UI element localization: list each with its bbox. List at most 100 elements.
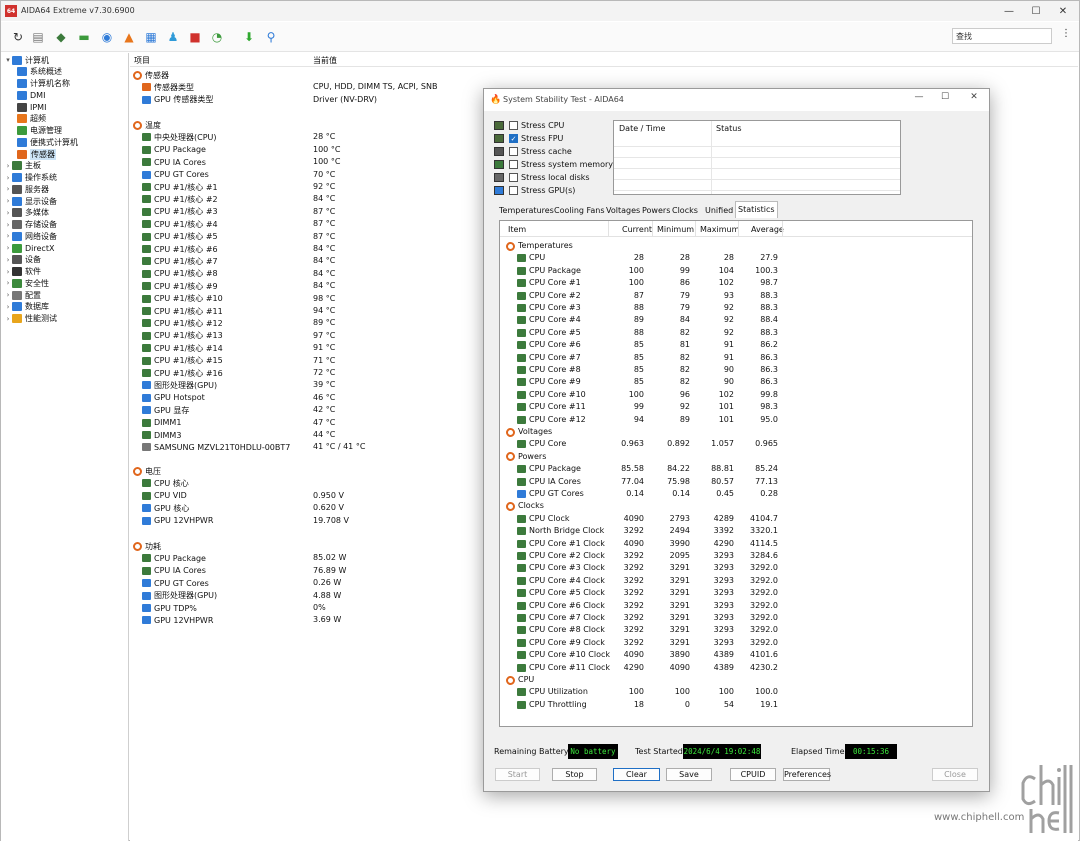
list-row[interactable]: CPU #1/核心 #9	[142, 280, 218, 292]
stat-row[interactable]: CPU Core #8 Clock 3292 3291 3293 3292.0	[500, 624, 972, 636]
stop-button[interactable]: Stop	[552, 768, 597, 781]
speedometer-icon[interactable]: ◔	[209, 29, 225, 45]
tree-item[interactable]: › 性能测试	[4, 313, 57, 325]
list-row[interactable]: 图形处理器(GPU)	[142, 590, 217, 602]
tab-temperatures[interactable]: Temperatures	[497, 203, 556, 218]
list-row[interactable]: CPU #1/核心 #11	[142, 305, 223, 317]
list-row[interactable]: 图形处理器(GPU)	[142, 379, 217, 391]
network-icon[interactable]: ◆	[53, 29, 69, 45]
stat-row[interactable]: CPU Core #4 Clock 3292 3291 3293 3292.0	[500, 575, 972, 587]
expander-icon[interactable]: ›	[4, 268, 12, 276]
list-row[interactable]: CPU #1/核心 #16	[142, 367, 223, 379]
tab-unified[interactable]: Unified	[703, 203, 735, 218]
stress-option[interactable]: Stress CPU	[494, 119, 564, 131]
list-row[interactable]: GPU 核心	[142, 502, 189, 514]
stat-row[interactable]: CPU Core #10 100 96 102 99.8	[500, 389, 972, 401]
stat-row[interactable]: CPU Core #2 Clock 3292 2095 3293 3284.6	[500, 550, 972, 562]
list-row[interactable]: 中央处理器(CPU)	[142, 131, 217, 143]
stat-row[interactable]: CPU Core #10 Clock 4090 3890 4389 4101.6	[500, 649, 972, 661]
stat-row[interactable]: CPU Core #7 Clock 3292 3291 3293 3292.0	[500, 612, 972, 624]
memory-icon[interactable]: ▬	[76, 29, 92, 45]
expander-icon[interactable]: ›	[4, 303, 12, 311]
expander-icon[interactable]: ›	[4, 174, 12, 182]
tree-item[interactable]: ▾ 计算机	[4, 54, 49, 66]
download-icon[interactable]: ⬇	[241, 29, 257, 45]
tree-item[interactable]: 计算机名称	[17, 78, 70, 90]
flame-icon[interactable]: ▲	[121, 29, 137, 45]
stress-option[interactable]: Stress GPU(s)	[494, 184, 575, 196]
motherboard-icon[interactable]: ◉	[99, 29, 115, 45]
tree-item[interactable]: 超频	[17, 113, 46, 125]
expander-icon[interactable]: ›	[4, 197, 12, 205]
stat-row[interactable]: CPU 28 28 28 27.9	[500, 252, 972, 264]
list-row[interactable]: CPU #1/核心 #5	[142, 231, 218, 243]
dialog-maximize-button[interactable]: ☐	[932, 92, 958, 108]
tree-item[interactable]: › 安全性	[4, 277, 49, 289]
stress-option[interactable]: ✓ Stress FPU	[494, 132, 563, 144]
list-row[interactable]: GPU Hotspot	[142, 392, 205, 404]
dialog-close-button[interactable]: ✕	[961, 92, 987, 108]
tree-item[interactable]: › 主板	[4, 160, 41, 172]
list-row[interactable]: CPU Package	[142, 552, 206, 564]
stat-row[interactable]: CPU Throttling 18 0 54 19.1	[500, 699, 972, 711]
search-input[interactable]: 查找	[952, 28, 1052, 44]
list-row[interactable]: GPU 传感器类型	[142, 94, 213, 106]
stress-option[interactable]: Stress cache	[494, 145, 572, 157]
tab-clocks[interactable]: Clocks	[670, 203, 700, 218]
stat-row[interactable]: CPU Package 85.58 84.22 88.81 85.24	[500, 463, 972, 475]
list-row[interactable]: CPU #1/核心 #3	[142, 206, 218, 218]
stat-row[interactable]: CPU Core 0.963 0.892 1.057 0.965	[500, 438, 972, 450]
stat-row[interactable]: CPU Core #5 88 82 92 88.3	[500, 327, 972, 339]
expander-icon[interactable]: ›	[4, 279, 12, 287]
list-row[interactable]: 传感器类型	[142, 81, 194, 93]
stat-row[interactable]: CPU Core #8 85 82 90 86.3	[500, 364, 972, 376]
tree-item[interactable]: 系统概述	[17, 66, 62, 78]
save-button[interactable]: Save	[666, 768, 712, 781]
list-row[interactable]: CPU GT Cores	[142, 169, 209, 181]
tree-item[interactable]: IPMI	[17, 101, 46, 113]
tree-item[interactable]: 电源管理	[17, 125, 62, 137]
tree-item[interactable]: › 数据库	[4, 301, 49, 313]
close-button[interactable]: ✕	[1049, 1, 1077, 21]
list-row[interactable]: CPU #1/核心 #2	[142, 193, 218, 205]
list-row[interactable]: CPU IA Cores	[142, 156, 206, 168]
preferences-button[interactable]: Preferences	[783, 768, 831, 781]
stat-row[interactable]: CPU Core #5 Clock 3292 3291 3293 3292.0	[500, 587, 972, 599]
tree-item[interactable]: › 网络设备	[4, 230, 57, 242]
tree-item[interactable]: › 存储设备	[4, 219, 57, 231]
stat-row[interactable]: CPU Package 100 99 104 100.3	[500, 265, 972, 277]
checkbox[interactable]	[509, 159, 518, 169]
expander-icon[interactable]: ›	[4, 221, 12, 229]
expander-icon[interactable]: ›	[4, 291, 12, 299]
expander-icon[interactable]: ›	[4, 209, 12, 217]
list-row[interactable]: GPU 12VHPWR	[142, 515, 213, 527]
stat-row[interactable]: CPU Core #9 Clock 3292 3291 3293 3292.0	[500, 637, 972, 649]
stat-row[interactable]: CPU Core #4 89 84 92 88.4	[500, 314, 972, 326]
tree-item[interactable]: › 设备	[4, 254, 41, 266]
tab-voltages[interactable]: Voltages	[604, 203, 642, 218]
column-item[interactable]: 项目	[134, 55, 150, 66]
stat-row[interactable]: CPU Core #1 Clock 4090 3990 4290 4114.5	[500, 538, 972, 550]
list-row[interactable]: CPU #1/核心 #1	[142, 181, 218, 193]
tree-item[interactable]: DMI	[17, 89, 45, 101]
tab-statistics[interactable]: Statistics	[735, 201, 778, 218]
list-row[interactable]: CPU #1/核心 #14	[142, 342, 223, 354]
list-row[interactable]: CPU 核心	[142, 477, 189, 489]
start-button[interactable]: Start	[495, 768, 540, 781]
checkbox[interactable]	[509, 185, 518, 195]
stress-option[interactable]: Stress local disks	[494, 171, 590, 183]
tree-item[interactable]: › 操作系统	[4, 172, 57, 184]
tree-item[interactable]: › 软件	[4, 266, 41, 278]
column-current-value[interactable]: 当前值	[313, 55, 337, 66]
tab-powers[interactable]: Powers	[640, 203, 672, 218]
tree-item[interactable]: › 多媒体	[4, 207, 49, 219]
list-row[interactable]: CPU GT Cores	[142, 577, 209, 589]
stat-row[interactable]: CPU Core #3 Clock 3292 3291 3293 3292.0	[500, 562, 972, 574]
report-icon[interactable]: ▤	[30, 29, 46, 45]
list-row[interactable]: CPU #1/核心 #6	[142, 243, 218, 255]
list-row[interactable]: CPU #1/核心 #4	[142, 218, 218, 230]
checkbox[interactable]	[509, 120, 518, 130]
tree-item[interactable]: 便携式计算机	[17, 136, 78, 148]
osd-icon[interactable]: ■	[187, 29, 203, 45]
minimize-button[interactable]: —	[995, 1, 1023, 21]
